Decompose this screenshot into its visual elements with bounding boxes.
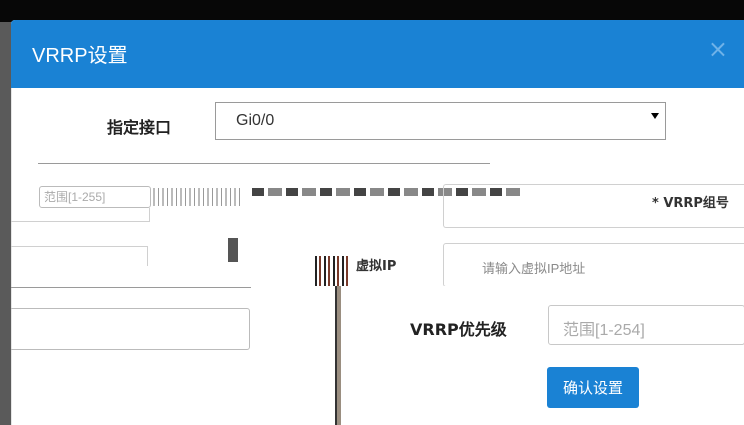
close-icon[interactable]: × — [708, 37, 728, 61]
interface-select-value: Gi0/0 — [236, 112, 275, 129]
dialog-body: 指定接口 Gi0/0 范围[1-255] * VRRP组号 虚拟IP 请输入虚拟… — [11, 88, 744, 425]
caret-down-icon — [651, 113, 659, 119]
priority-panel: VRRP优先级 范围[1-254] 确认设置 — [346, 286, 744, 425]
priority-input[interactable]: 范围[1-254] — [548, 305, 744, 345]
interface-label: 指定接口 — [107, 118, 172, 137]
render-glitch-strip-2 — [315, 256, 351, 286]
ghost-box-1 — [11, 208, 150, 222]
vrrp-settings-dialog: VRRP设置 × 指定接口 Gi0/0 范围[1-255] * VRRP组号 虚… — [11, 20, 744, 425]
confirm-settings-button[interactable]: 确认设置 — [547, 367, 640, 408]
ghost-range-placeholder: 范围[1-255] — [44, 190, 106, 204]
render-glitch-strip — [153, 188, 241, 206]
background-topbar — [0, 0, 744, 22]
ghost-input-large — [11, 308, 250, 350]
ghost-range-input: 范围[1-255] — [39, 186, 151, 208]
priority-label: VRRP优先级 — [410, 320, 507, 339]
ghost-line — [11, 287, 251, 288]
ghost-divider — [38, 163, 490, 164]
dialog-title: VRRP设置 — [32, 45, 128, 67]
ghost-box-2 — [11, 246, 148, 266]
virtual-ip-label: 虚拟IP — [356, 259, 397, 274]
virtual-ip-placeholder: 请输入虚拟IP地址 — [482, 261, 586, 276]
interface-select[interactable]: Gi0/0 — [215, 102, 666, 140]
vrrp-group-label: * VRRP组号 — [652, 196, 729, 211]
priority-placeholder: 范围[1-254] — [563, 322, 645, 339]
dialog-header: VRRP设置 × — [11, 20, 744, 88]
render-glitch-block — [228, 238, 238, 262]
